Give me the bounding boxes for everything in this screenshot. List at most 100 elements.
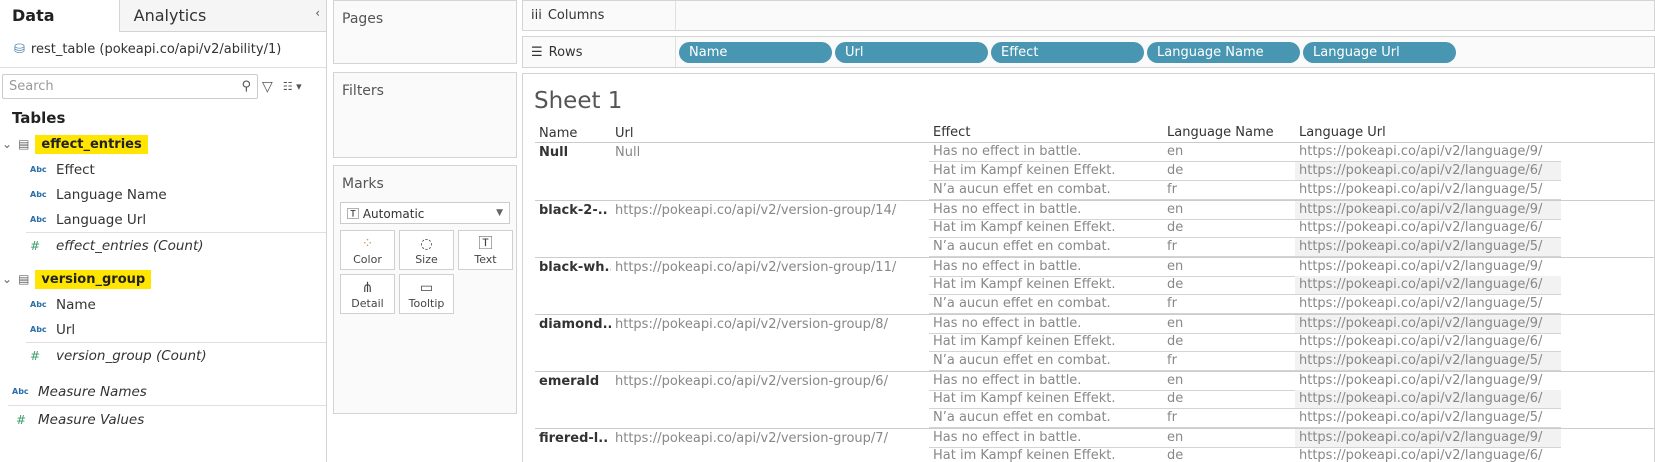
tab-data[interactable]: Data [0, 0, 119, 32]
language-url-cell: https://pokeapi.co/api/v2/language/5/ [1295, 181, 1561, 200]
name-cell: emerald [539, 373, 600, 389]
text-icon: 🅃 [478, 235, 493, 252]
color-button[interactable]: ⁘ Color [340, 230, 395, 270]
size-icon: ◌ [420, 235, 433, 252]
search-input[interactable]: Search ⚲ [2, 74, 258, 99]
datasource[interactable]: ⛁ rest_table (pokeapi.co/api/v2/ability/… [0, 32, 326, 68]
table-icon: ▤ [18, 272, 30, 286]
number-icon: # [30, 238, 41, 253]
field-measure-names[interactable]: Abc Measure Names [0, 378, 326, 405]
table-group[interactable]: ⌄ ▤ version_group [0, 266, 326, 292]
name-cell: diamond.. [539, 316, 611, 332]
header-language-name[interactable]: Language Name [1163, 124, 1295, 143]
view-options-icon[interactable]: ☷ ▾ [283, 80, 302, 93]
field-item[interactable]: Abc Effect [0, 157, 326, 182]
rows-label: Rows [548, 44, 583, 60]
language-url-cell: https://pokeapi.co/api/v2/language/5/ [1295, 409, 1561, 428]
chevron-down-icon[interactable]: ⌄ [2, 137, 12, 151]
field-item[interactable]: Abc Url [0, 317, 326, 342]
detail-icon: ⋔ [361, 279, 374, 296]
row-pill[interactable]: Name [679, 41, 832, 63]
language-url-cell: https://pokeapi.co/api/v2/language/9/ [1295, 143, 1561, 162]
datasource-icon: ⛁ [14, 42, 25, 57]
filters-title: Filters [342, 83, 384, 99]
table-row: Hat im Kampf keinen Effekt. de https://pok… [535, 333, 1654, 352]
size-button[interactable]: ◌ Size [399, 230, 454, 270]
table-row: diamond.. https://pokeapi.co/api/v2/versi… [535, 314, 1654, 334]
header-url[interactable]: Url [611, 126, 929, 141]
field-item[interactable]: Abc Language Name [0, 182, 326, 207]
language-url-cell: https://pokeapi.co/api/v2/language/6/ [1295, 333, 1561, 352]
table-row: black-2-.. https://pokeapi.co/api/v2/vers… [535, 200, 1654, 220]
columns-icon: iii [531, 8, 542, 23]
mark-type-value: Automatic [362, 206, 425, 221]
field-label: Language Url [56, 211, 147, 228]
table-group[interactable]: ⌄ ▤ effect_entries [0, 131, 326, 157]
url-cell: Null [615, 145, 641, 160]
table-row: N’a aucun effet en combat. fr https://poke… [535, 352, 1654, 371]
field-count[interactable]: # version_group (Count) [0, 343, 326, 368]
row-pill[interactable]: Language Name [1147, 41, 1300, 63]
detail-button[interactable]: ⋔ Detail [340, 274, 395, 314]
table-row: N’a aucun effet en combat. fr https://poke… [535, 409, 1654, 428]
effect-cell: Has no effect in battle. [929, 315, 1163, 334]
color-label: Color [353, 252, 382, 266]
field-label: Effect [56, 161, 95, 178]
collapse-icon[interactable]: ‹ [315, 6, 320, 20]
string-icon: Abc [12, 387, 29, 396]
effect-cell: Has no effect in battle. [929, 143, 1163, 162]
table-name: effect_entries [35, 134, 148, 154]
detail-label: Detail [351, 296, 384, 310]
language-name-cell: en [1163, 315, 1295, 334]
text-label: Text [474, 252, 497, 266]
field-label: Measure Names [38, 383, 147, 400]
string-icon: Abc [30, 165, 47, 174]
header-name[interactable]: Name [535, 126, 611, 141]
tooltip-button[interactable]: ▭ Tooltip [399, 274, 454, 314]
columns-shelf[interactable]: iii Columns [522, 0, 1655, 31]
field-measure-values[interactable]: # Measure Values [0, 406, 326, 433]
language-name-cell: en [1163, 201, 1295, 220]
table-name: version_group [35, 269, 152, 289]
filter-icon[interactable]: ▽ [262, 79, 273, 95]
rows-shelf[interactable]: ☰ Rows Name Url Effect Language Name Language… [522, 36, 1655, 68]
header-effect[interactable]: Effect [929, 124, 1163, 143]
field-item[interactable]: Abc Name [0, 292, 326, 317]
chevron-down-icon[interactable]: ⌄ [2, 272, 12, 286]
header-language-url[interactable]: Language Url [1295, 124, 1561, 143]
sheet-title[interactable]: Sheet 1 [534, 88, 622, 114]
text-button[interactable]: 🅃 Text [458, 230, 513, 270]
field-label: Language Name [56, 186, 167, 203]
field-item[interactable]: Abc Language Url [0, 207, 326, 232]
table-row: Hat im Kampf keinen Effekt. de https://pok… [535, 390, 1654, 409]
tooltip-label: Tooltip [408, 296, 445, 310]
tab-analytics[interactable]: Analytics [118, 0, 326, 32]
row-pill[interactable]: Language Url [1303, 41, 1456, 63]
language-url-cell: https://pokeapi.co/api/v2/language/5/ [1295, 352, 1561, 371]
mark-type-dropdown[interactable]: 🅃 Automatic ▼ [340, 202, 510, 224]
table-row: black-wh.. https://pokeapi.co/api/v2/vers… [535, 257, 1654, 277]
tables-heading: Tables [12, 109, 66, 127]
field-label: Url [56, 321, 76, 338]
effect-cell: Has no effect in battle. [929, 258, 1163, 277]
cards-pane: Pages Filters Marks 🅃 Automatic ▼ ⁘ Color … [333, 0, 517, 462]
field-label: effect_entries (Count) [56, 237, 204, 254]
marks-title: Marks [342, 176, 384, 192]
language-url-cell: https://pokeapi.co/api/v2/language/9/ [1295, 258, 1561, 277]
filters-card[interactable]: Filters [333, 72, 517, 158]
language-url-cell: https://pokeapi.co/api/v2/language/9/ [1295, 428, 1561, 448]
row-pill[interactable]: Effect [991, 41, 1144, 63]
url-cell: https://pokeapi.co/api/v2/version-group/… [615, 202, 897, 218]
effect-cell: N’a aucun effet en combat. [929, 181, 1163, 200]
table-row: Hat im Kampf keinen Effekt. de https://pok… [535, 447, 1654, 462]
number-icon: # [16, 412, 27, 427]
table-row: firered-l.. https://pokeapi.co/api/v2/ver… [535, 428, 1654, 448]
language-name-cell: de [1163, 390, 1295, 409]
table-row: Null Null Has no effect in battle. en https:… [535, 143, 1654, 162]
effect-cell: Hat im Kampf keinen Effekt. [929, 219, 1163, 238]
pages-card[interactable]: Pages [333, 0, 517, 64]
field-count[interactable]: # effect_entries (Count) [0, 233, 326, 258]
effect-cell: N’a aucun effet en combat. [929, 295, 1163, 314]
language-name-cell: en [1163, 429, 1295, 448]
row-pill[interactable]: Url [835, 41, 988, 63]
